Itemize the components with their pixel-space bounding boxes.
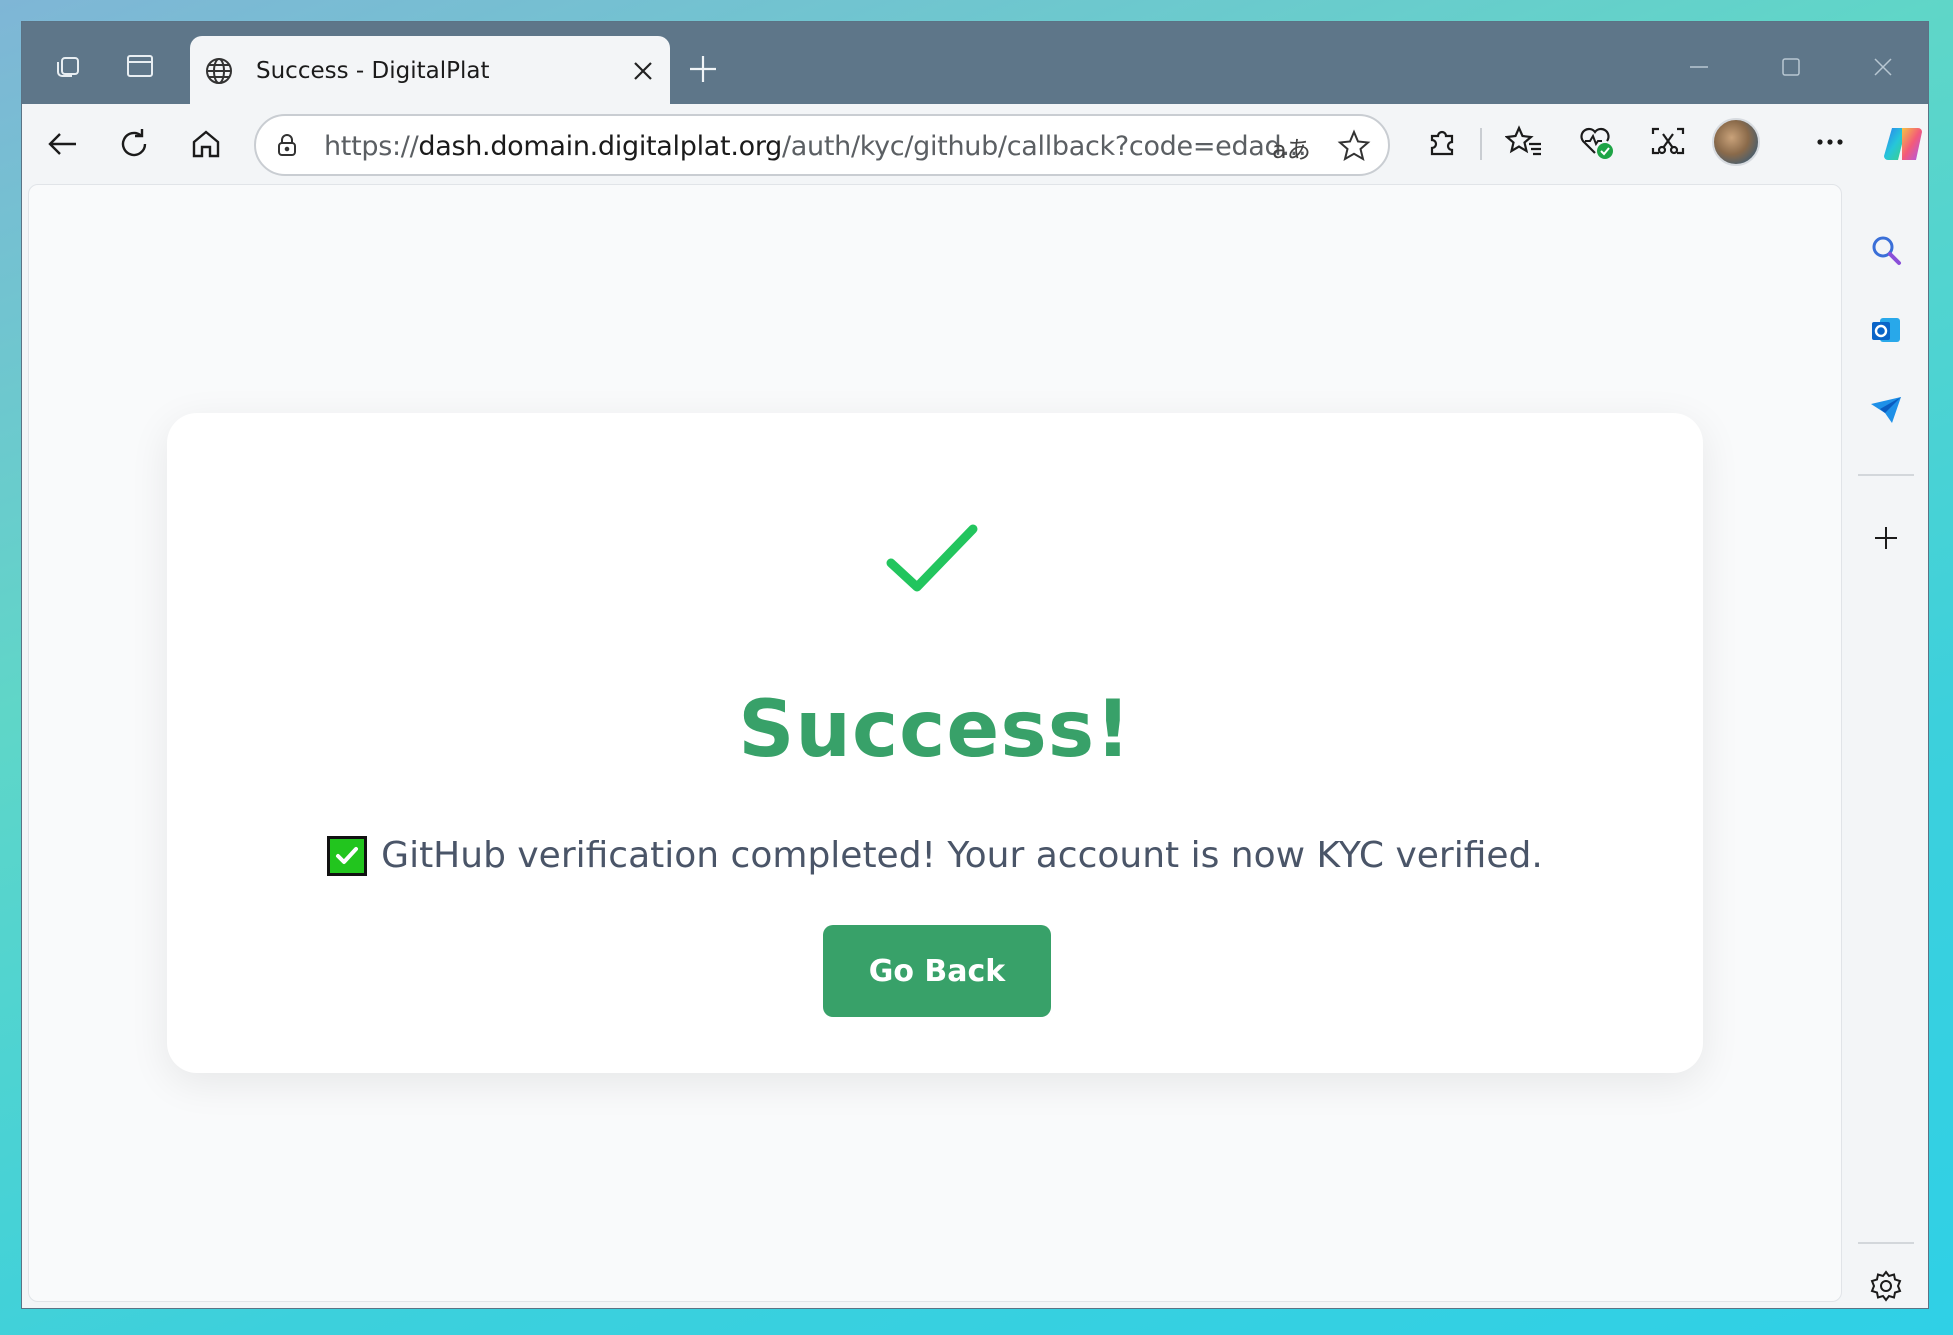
toolbar-divider	[1480, 128, 1482, 160]
refresh-icon[interactable]	[114, 124, 154, 164]
url-text[interactable]: https://dash.domain.digitalplat.org/auth…	[324, 131, 1307, 162]
heart-check-icon[interactable]	[1576, 122, 1616, 162]
add-icon[interactable]	[1866, 518, 1906, 558]
workspaces-icon[interactable]	[52, 50, 84, 82]
tab-title: Success - DigitalPlat	[256, 58, 490, 84]
check-box-icon	[327, 835, 368, 876]
outlook-icon[interactable]	[1866, 310, 1906, 350]
search-icon[interactable]	[1866, 230, 1906, 270]
home-icon[interactable]	[186, 124, 226, 164]
url-scheme: https://	[324, 131, 419, 162]
browser-window: Success - DigitalPlat https://dash.domai…	[21, 21, 1929, 1309]
status-message: GitHub verification completed! Your acco…	[167, 835, 1703, 876]
puzzle-icon[interactable]	[1422, 122, 1462, 162]
minimize-icon[interactable]	[1684, 52, 1714, 82]
tab-actions-icon[interactable]	[124, 50, 156, 82]
url-host: dash.domain.digitalplat.org	[418, 131, 782, 162]
copilot-icon[interactable]	[1882, 122, 1926, 166]
address-bar[interactable]: https://dash.domain.digitalplat.org/auth…	[254, 114, 1390, 176]
screenshot-icon[interactable]	[1648, 122, 1688, 162]
window-close-icon[interactable]	[1868, 52, 1898, 82]
translate-icon[interactable]: aあ	[1272, 130, 1311, 165]
page-title: Success!	[738, 685, 1132, 775]
maximize-icon[interactable]	[1776, 52, 1806, 82]
more-icon[interactable]	[1810, 122, 1850, 162]
star-icon[interactable]	[1336, 128, 1372, 164]
plus-icon[interactable]	[686, 52, 720, 86]
url-path: /auth/kyc/github/callback?code=edad...	[782, 131, 1307, 162]
avatar[interactable]	[1712, 118, 1760, 166]
title-bar: Success - DigitalPlat	[22, 22, 1928, 105]
edge-sidebar	[1842, 184, 1928, 1308]
lock-icon[interactable]	[272, 130, 302, 160]
back-arrow-icon[interactable]	[42, 124, 82, 164]
active-tab[interactable]: Success - DigitalPlat	[190, 36, 670, 105]
globe-icon	[206, 58, 232, 84]
favorites-icon[interactable]	[1504, 122, 1544, 162]
toolbar: https://dash.domain.digitalplat.org/auth…	[22, 104, 1928, 182]
sidebar-divider	[1858, 474, 1914, 476]
page-viewport: Success! GitHub verification completed! …	[28, 184, 1842, 1302]
success-card: Success! GitHub verification completed! …	[167, 413, 1703, 1073]
send-icon[interactable]	[1866, 390, 1906, 430]
checkmark-icon	[886, 524, 978, 592]
message-text: GitHub verification completed! Your acco…	[381, 835, 1543, 876]
close-icon[interactable]	[630, 58, 656, 84]
sidebar-divider-bottom	[1858, 1242, 1914, 1244]
gear-icon[interactable]	[1866, 1266, 1906, 1306]
go-back-button[interactable]: Go Back	[823, 925, 1051, 1017]
